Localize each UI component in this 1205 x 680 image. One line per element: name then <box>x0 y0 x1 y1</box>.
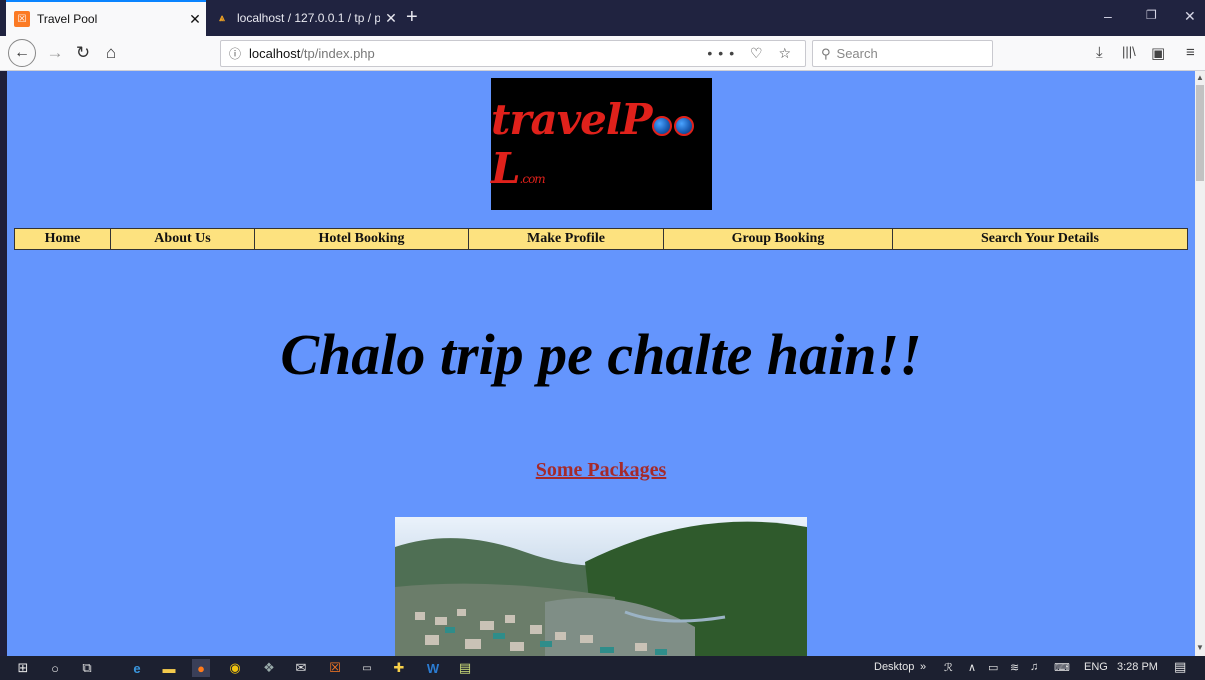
site-info-icon[interactable]: ⓘ <box>221 45 249 62</box>
navigation-toolbar: ← → ↻ ⌂ ⓘ localhost/tp/index.php ••• ♡ ☆… <box>0 36 1205 71</box>
wifi-icon[interactable]: ≋ <box>1010 661 1019 674</box>
scroll-down-icon[interactable]: ▼ <box>1195 643 1205 652</box>
download-icon[interactable]: ⤓ <box>1096 44 1103 61</box>
language-indicator[interactable]: ENG <box>1084 661 1108 673</box>
people-icon[interactable]: ℛ <box>944 661 953 674</box>
library-icon[interactable]: |||\ <box>1122 44 1136 59</box>
package-photo <box>395 517 807 656</box>
url-path: /tp/index.php <box>300 46 375 61</box>
minimize-icon[interactable]: – <box>1104 8 1112 24</box>
browser-tab-strip: ☒ Travel Pool ✕ ⩓ localhost / 127.0.0.1 … <box>0 0 1205 36</box>
page-scrollbar[interactable]: ▲ ▼ <box>1195 71 1205 656</box>
tab-title: localhost / 127.0.0.1 / tp / profi <box>237 11 380 25</box>
menu-item-make-profile[interactable]: Make Profile <box>469 229 664 249</box>
tab-title: Travel Pool <box>37 12 98 26</box>
url-host: localhost <box>249 46 301 61</box>
mail-icon[interactable]: ✉ <box>292 659 310 677</box>
chevron-right-icon[interactable]: » <box>920 661 926 673</box>
back-button[interactable]: ← <box>8 39 36 67</box>
menu-icon[interactable]: ≡ <box>1186 44 1195 61</box>
keyboard-icon[interactable]: ⌨ <box>1054 661 1070 674</box>
menu-item-hotel-booking[interactable]: Hotel Booking <box>255 229 469 249</box>
close-tab-icon[interactable]: ✕ <box>380 10 402 27</box>
valley-landscape-image <box>395 517 807 656</box>
chevron-up-icon[interactable]: ∧ <box>968 661 976 674</box>
logo-text: travelPL.com <box>491 95 712 193</box>
search-icon: ⚲ <box>821 45 831 61</box>
window-close-icon[interactable]: ✕ <box>1184 8 1196 25</box>
notifications-icon[interactable]: ▤ <box>1174 659 1186 675</box>
globe-icon <box>674 116 695 136</box>
volume-icon[interactable]: ♫ <box>1030 661 1038 673</box>
notepad-icon[interactable]: ▤ <box>456 659 474 677</box>
menu-item-search-your-details[interactable]: Search Your Details <box>893 229 1187 249</box>
tab-travel-pool[interactable]: ☒ Travel Pool ✕ <box>6 0 206 36</box>
file-explorer-icon[interactable]: ▬ <box>160 659 178 677</box>
python-icon[interactable]: ✚ <box>390 659 408 677</box>
some-packages-link[interactable]: Some Packages <box>7 459 1195 482</box>
firefox-icon[interactable]: ● <box>192 659 210 677</box>
page-viewport: travelPL.com Home About Us Hotel Booking… <box>7 71 1195 656</box>
scrollbar-thumb[interactable] <box>1196 85 1204 181</box>
xampp-icon[interactable]: ☒ <box>326 659 344 677</box>
globe-icon <box>652 116 673 136</box>
search-icon[interactable]: ○ <box>46 659 64 677</box>
reload-button[interactable]: ↻ <box>72 40 94 66</box>
restore-icon[interactable]: ❐ <box>1146 8 1157 22</box>
xampp-icon: ☒ <box>14 11 30 27</box>
home-button[interactable]: ⌂ <box>100 40 122 66</box>
clock[interactable]: 3:28 PM <box>1117 661 1158 673</box>
forward-button[interactable]: → <box>44 40 66 66</box>
close-tab-icon[interactable]: ✕ <box>184 11 206 28</box>
site-logo[interactable]: travelPL.com <box>491 78 712 210</box>
sidebar-icon[interactable]: ▣ <box>1151 44 1165 62</box>
battery-icon[interactable]: ▭ <box>988 661 998 674</box>
word-icon[interactable]: W <box>424 659 442 677</box>
scroll-up-icon[interactable]: ▲ <box>1195 73 1205 82</box>
windows-taskbar: ⊞ ○ ⧉ e ▬ ● ◉ ❖ ✉ ☒ ▭ ✚ W ▤ Desktop » ℛ … <box>0 656 1205 680</box>
new-tab-button[interactable]: + <box>406 7 418 27</box>
tab-phpmyadmin[interactable]: ⩓ localhost / 127.0.0.1 / tp / profi ✕ <box>206 0 402 36</box>
main-menu: Home About Us Hotel Booking Make Profile… <box>14 228 1188 250</box>
menu-item-home[interactable]: Home <box>15 229 111 249</box>
task-view-icon[interactable]: ⧉ <box>78 659 96 677</box>
page-actions[interactable]: ••• ♡ ☆ <box>707 45 797 62</box>
search-placeholder: Search <box>836 46 878 61</box>
page-headline: Chalo trip pe chalte hain!! <box>280 322 922 387</box>
address-bar[interactable]: ⓘ localhost/tp/index.php ••• ♡ ☆ <box>220 40 806 67</box>
app-icon[interactable]: ❖ <box>260 659 278 677</box>
search-input[interactable]: ⚲ Search <box>812 40 993 67</box>
menu-item-about-us[interactable]: About Us <box>111 229 255 249</box>
cmd-icon[interactable]: ▭ <box>358 659 376 677</box>
chrome-icon[interactable]: ◉ <box>226 659 244 677</box>
phpmyadmin-icon: ⩓ <box>219 12 225 24</box>
windows-start-icon[interactable]: ⊞ <box>14 659 32 677</box>
edge-icon[interactable]: e <box>128 659 146 677</box>
menu-item-group-booking[interactable]: Group Booking <box>664 229 893 249</box>
desktop-toolbar-label[interactable]: Desktop <box>874 661 914 673</box>
